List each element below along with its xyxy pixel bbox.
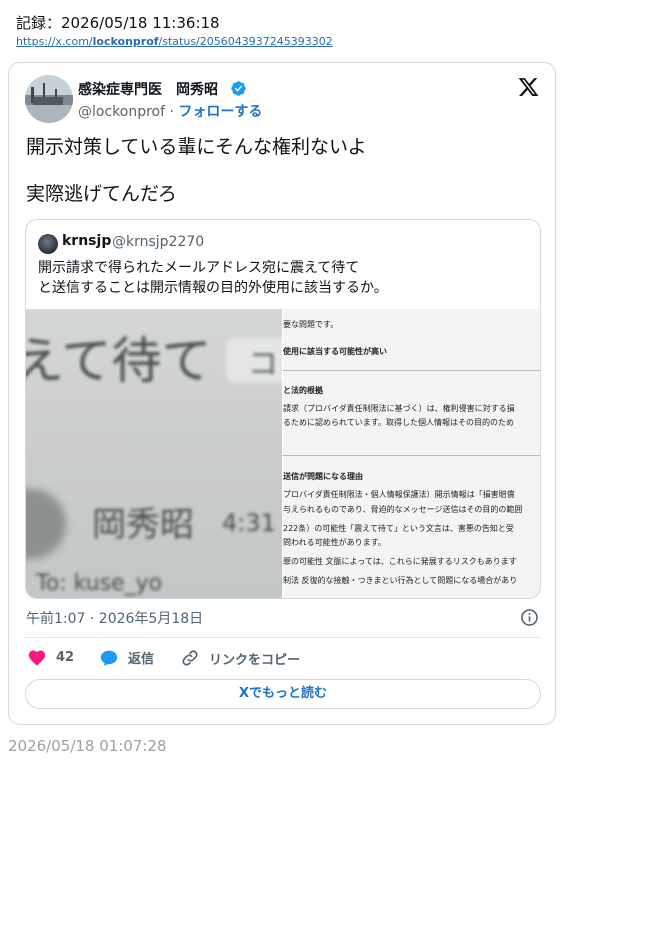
quote-text-line2: と送信することは開示情報の目的外使用に該当するか。 <box>38 280 388 296</box>
avatar-photo <box>25 75 73 123</box>
handle-separator: · <box>165 104 179 120</box>
footer-timestamp: 2026/05/18 01:07:28 <box>8 737 167 755</box>
doc-line: 使用に該当する可能性が高い <box>283 347 387 356</box>
reply-button[interactable]: 返信 <box>99 648 154 667</box>
image-avatar-blur <box>26 489 66 559</box>
doc-line: 問われる可能性があります。 <box>283 538 386 547</box>
doc-line: 与えられるものであり、脅迫的なメッセージ送信はその目的の範囲 <box>283 505 523 514</box>
image-time: 4:31 <box>222 509 276 537</box>
copy-link-button[interactable]: リンクをコピー <box>180 648 300 668</box>
handle[interactable]: @lockonprof <box>78 104 165 120</box>
url-prefix: https://x.com/ <box>16 35 93 48</box>
quote-avatar <box>38 234 58 254</box>
read-more-button[interactable]: Xでもっと読む <box>25 679 541 709</box>
image-sender-name: 岡秀昭 <box>92 505 194 545</box>
doc-line: 制法 反復的な接触・つきまとい行為として問題になる場合があり <box>283 576 518 585</box>
tweet-timestamp[interactable]: 午前1:07 · 2026年5月18日 <box>26 608 203 628</box>
verified-badge-icon <box>231 81 246 96</box>
tweet-text: 開示対策している輩にそんな権利ないよ 実際逃げてんだろ <box>26 135 367 206</box>
copy-link-label: リンクをコピー <box>209 652 301 668</box>
quoted-tweet[interactable]: krnsjp @krnsjp2270 開示請求で得られたメールアドレス宛に震えて… <box>25 219 541 599</box>
avatar[interactable] <box>25 75 73 123</box>
quote-text: 開示請求で得られたメールアドレス宛に震えて待て と送信することは開示情報の目的外… <box>38 258 388 298</box>
like-button[interactable]: 42 <box>27 648 74 666</box>
quote-handle: @krnsjp2270 <box>112 234 205 250</box>
quote-image-left[interactable]: えて待て コ 岡秀昭 4:31 To: kuse_yo <box>26 309 282 598</box>
doc-rule <box>283 455 540 456</box>
info-icon[interactable] <box>520 608 539 627</box>
url-suffix: /status/2056043937245393302 <box>158 35 333 48</box>
heart-icon <box>28 650 46 666</box>
record-url-link[interactable]: https://x.com/lockonprof/status/20560439… <box>16 35 333 48</box>
tweet-text-line1: 開示対策している輩にそんな権利ないよ <box>26 136 367 158</box>
doc-line: と法的根拠 <box>283 386 323 395</box>
record-timestamp: 記録：2026/05/18 11:36:18 <box>16 14 220 32</box>
quote-text-line1: 開示請求で得られたメールアドレス宛に震えて待て <box>38 260 360 276</box>
image-chip-text: コ <box>248 347 278 382</box>
reply-label: 返信 <box>128 652 155 667</box>
image-to-line: To: kuse_yo <box>36 571 163 596</box>
follow-button[interactable]: フォローする <box>178 104 262 120</box>
doc-line: 請求（プロバイダ責任制限法に基づく）は、権利侵害に対する損 <box>283 404 515 413</box>
doc-line: 罪の可能性 文脈によっては、これらに発展するリスクもあります <box>283 557 517 566</box>
action-bar: 42 返信 リンクをコピー <box>25 648 541 668</box>
doc-line: 222条）の可能性「震えて待て」という文言は、害悪の告知と受 <box>283 524 514 533</box>
doc-line: 要な問題です。 <box>283 320 339 329</box>
doc-line: るために認められています。取得した個人情報はその目的のため <box>283 418 514 427</box>
handle-row: @lockonprof · フォローする <box>78 101 262 121</box>
doc-line: 送信が問題になる理由 <box>283 472 363 481</box>
tweet-text-line2: 実際逃げてんだろ <box>26 183 177 205</box>
x-logo-icon[interactable] <box>517 76 540 98</box>
url-user: lockonprof <box>92 35 159 48</box>
reply-bubble-icon <box>100 650 118 666</box>
quote-display-name: krnsjp <box>62 233 112 249</box>
tweet-card: 感染症専門医 岡秀昭 @lockonprof · フォローする 開示対策している… <box>8 62 556 725</box>
doc-line: プロバイダ責任制限法・個人情報保護法）開示情報は「損害賠償 <box>283 490 515 499</box>
image-text: えて待て <box>26 332 212 390</box>
like-count: 42 <box>56 649 75 665</box>
link-icon <box>182 650 198 666</box>
divider <box>25 637 541 638</box>
quote-image-right[interactable]: 要な問題です。 使用に該当する可能性が高い と法的根拠 請求（プロバイダ責任制限… <box>283 309 540 598</box>
doc-rule <box>283 370 540 371</box>
display-name[interactable]: 感染症専門医 岡秀昭 <box>78 79 218 99</box>
